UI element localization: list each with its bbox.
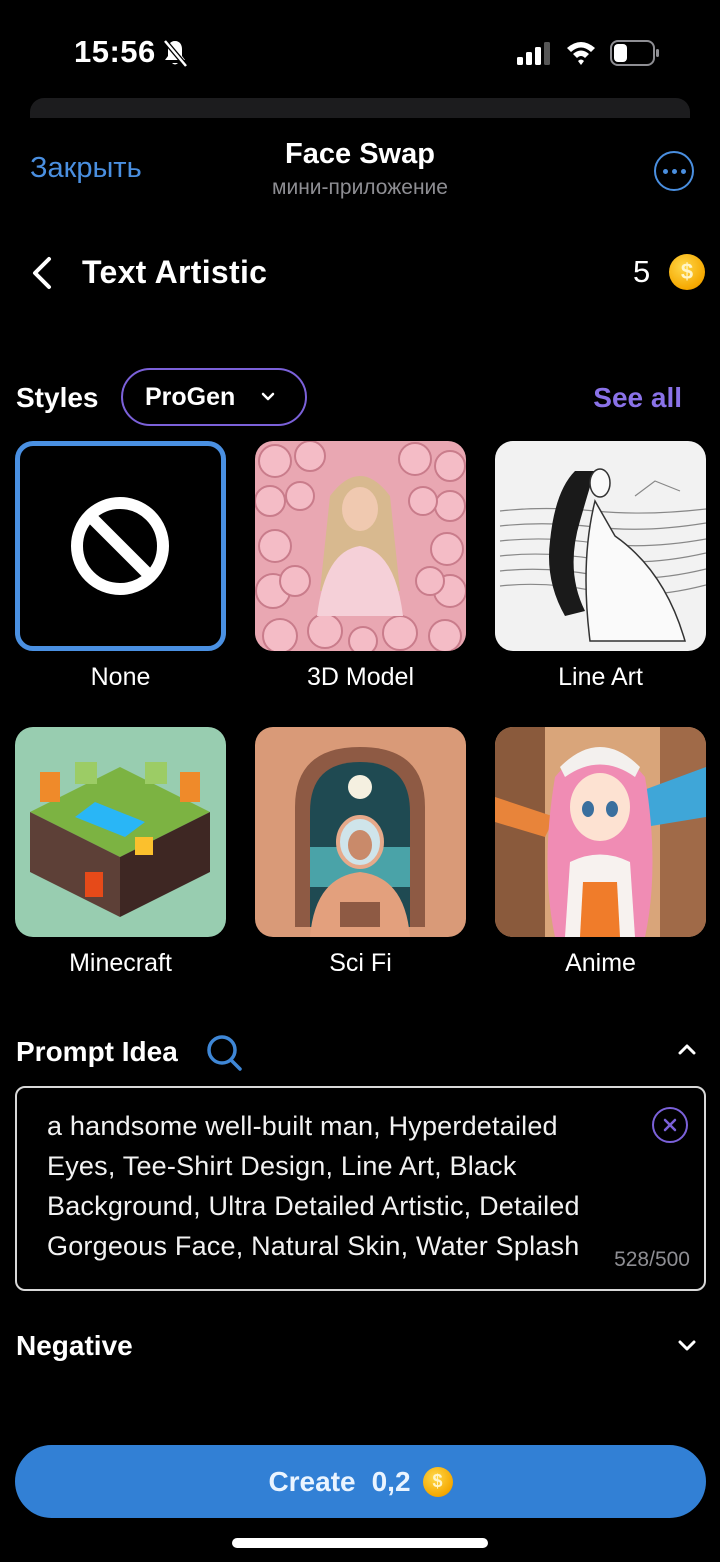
minecraft-preview-image — [15, 727, 226, 937]
prompt-textarea[interactable]: a handsome well-built man, Hyperdetailed… — [15, 1086, 706, 1291]
create-button[interactable]: Create 0,2 $ — [15, 1445, 706, 1518]
style-option-anime[interactable]: Anime — [495, 727, 706, 1013]
prompt-section-header[interactable]: Prompt Idea — [0, 1028, 720, 1076]
styles-header: Styles ProGen See all — [0, 368, 720, 426]
clear-prompt-button[interactable] — [652, 1107, 688, 1143]
model-dropdown[interactable]: ProGen — [121, 368, 307, 426]
more-horizontal-icon-dot — [662, 168, 668, 174]
prompt-text-value: a handsome well-built man, Hyperdetailed… — [47, 1111, 580, 1261]
style-option-none[interactable]: None — [15, 441, 226, 727]
create-button-price: 0,2 — [371, 1465, 411, 1497]
model-dropdown-value: ProGen — [145, 382, 236, 411]
style-label: 3D Model — [307, 663, 414, 691]
line-art-preview-image — [495, 441, 706, 651]
prompt-label: Prompt Idea — [16, 1036, 178, 1067]
style-label: None — [90, 663, 151, 691]
app-subtitle: мини-приложение — [272, 176, 448, 199]
3d-model-preview-image — [255, 441, 466, 651]
chevron-down-icon[interactable] — [678, 1339, 696, 1353]
page-title: Text Artistic — [82, 254, 268, 290]
chevron-left-icon[interactable] — [30, 254, 54, 292]
styles-grid: None 3D Model Line Art Minecraft Sci Fi … — [15, 441, 706, 1013]
close-icon — [663, 1118, 677, 1132]
style-thumbnail — [15, 727, 226, 937]
more-horizontal-icon-dot — [671, 168, 677, 174]
chevron-down-icon — [261, 392, 275, 401]
see-all-link[interactable]: See all — [593, 382, 682, 414]
style-option-line-art[interactable]: Line Art — [495, 441, 706, 727]
styles-label: Styles — [16, 382, 99, 413]
search-icon[interactable] — [204, 1032, 244, 1072]
sci-fi-preview-image — [255, 727, 466, 937]
cellular-signal-icon — [517, 42, 550, 65]
status-time: 15:56 — [74, 34, 156, 69]
more-options-button[interactable] — [654, 151, 694, 191]
bell-slash-icon — [163, 39, 188, 68]
home-indicator[interactable] — [232, 1538, 488, 1548]
sheet-top-edge — [30, 98, 690, 118]
style-label: Line Art — [558, 663, 643, 691]
style-label: Anime — [565, 949, 636, 977]
create-button-label: Create — [268, 1465, 356, 1497]
anime-preview-image — [495, 727, 706, 937]
negative-label: Negative — [16, 1330, 133, 1361]
mini-app-header: Закрыть Face Swap мини-приложение — [0, 130, 720, 210]
style-thumbnail — [255, 441, 466, 651]
style-label: Sci Fi — [329, 949, 392, 977]
prohibited-icon — [71, 497, 169, 595]
coin-icon: $ — [669, 254, 705, 290]
style-thumbnail — [495, 441, 706, 651]
style-option-minecraft[interactable]: Minecraft — [15, 727, 226, 1013]
style-thumbnail — [255, 727, 466, 937]
character-count: 528/500 — [614, 1248, 690, 1271]
chevron-up-icon[interactable] — [678, 1042, 696, 1056]
style-option-sci-fi[interactable]: Sci Fi — [255, 727, 466, 1013]
more-horizontal-icon-dot — [680, 168, 686, 174]
app-title: Face Swap — [285, 138, 435, 170]
credits-balance: 5 — [633, 254, 651, 289]
page-nav: Text Artistic 5 $ — [0, 248, 720, 298]
wifi-icon — [567, 42, 595, 65]
style-label: Minecraft — [69, 949, 172, 977]
style-thumbnail — [495, 727, 706, 937]
coin-icon: $ — [422, 1466, 453, 1497]
style-option-3d-model[interactable]: 3D Model — [255, 441, 466, 727]
battery-icon — [610, 40, 659, 66]
negative-section-header[interactable]: Negative — [0, 1322, 720, 1370]
status-bar: 15:56 — [0, 0, 720, 100]
style-thumbnail — [15, 441, 226, 651]
